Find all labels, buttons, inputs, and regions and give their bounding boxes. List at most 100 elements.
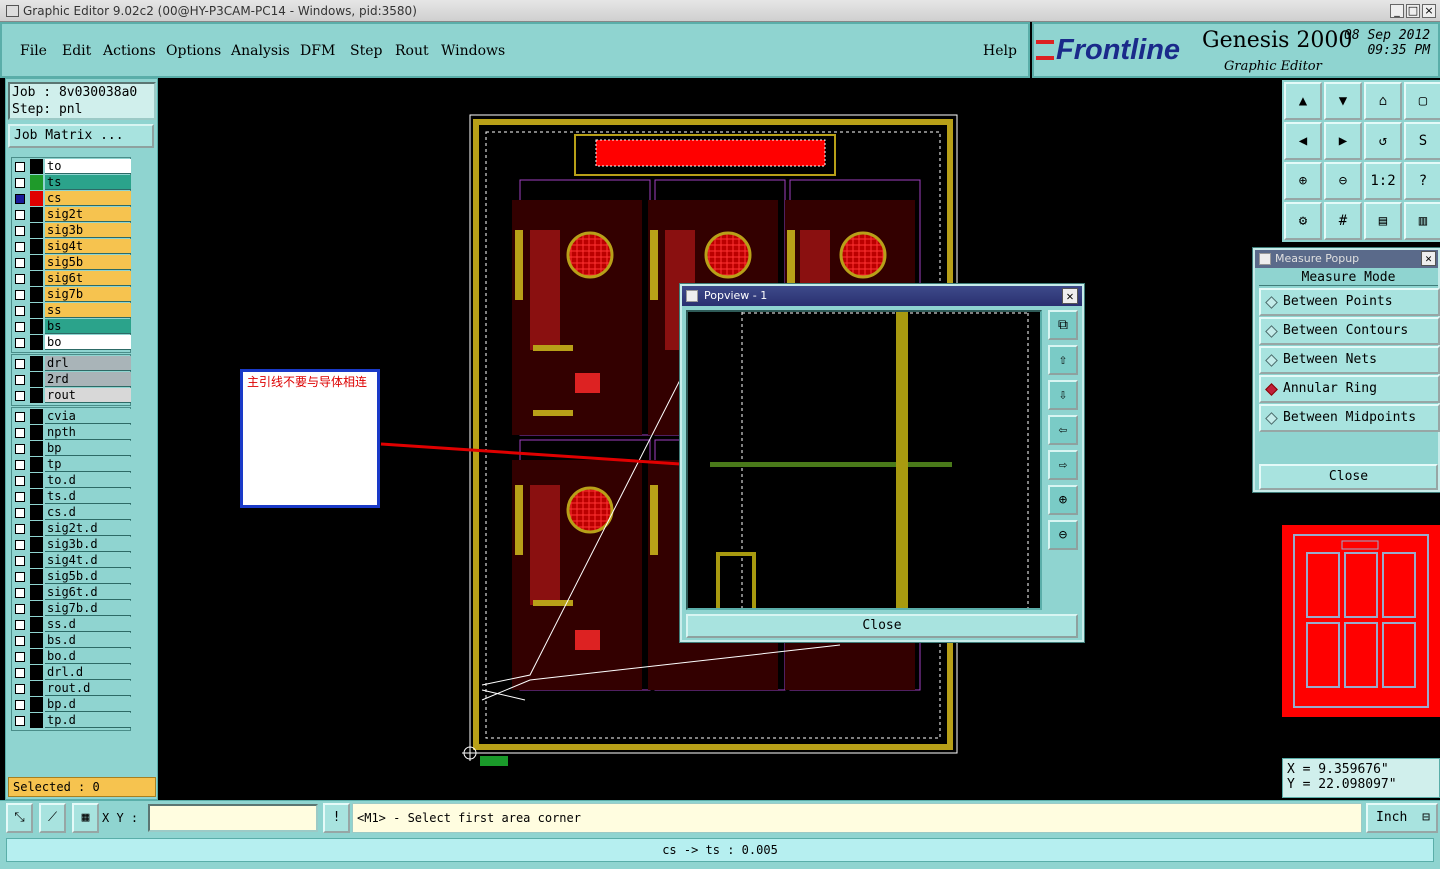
menu-step[interactable]: Step — [350, 43, 382, 59]
menu-windows[interactable]: Windows — [441, 43, 505, 59]
layer-name[interactable]: tp — [45, 457, 131, 472]
layer-checkbox[interactable] — [15, 572, 25, 582]
layer-checkbox[interactable] — [15, 359, 25, 369]
measure-option-annular-ring[interactable]: Annular Ring — [1259, 375, 1440, 403]
layer-name[interactable]: sig5b — [45, 255, 131, 270]
menu-edit[interactable]: Edit — [62, 43, 91, 59]
layer-checkbox[interactable] — [15, 700, 25, 710]
layer-checkbox[interactable] — [15, 210, 25, 220]
layer-color-swatch[interactable] — [30, 585, 43, 600]
layer-color-swatch[interactable] — [30, 649, 43, 664]
layer-row-bs-d[interactable]: bs.d — [12, 633, 131, 649]
layer-checkbox[interactable] — [15, 604, 25, 614]
grid-snap-icon[interactable]: ▦ — [72, 803, 99, 833]
menu-help[interactable]: Help — [983, 43, 1017, 59]
job-matrix-button[interactable]: Job Matrix ... — [8, 124, 154, 148]
layer-color-swatch[interactable] — [30, 191, 43, 206]
layer-checkbox[interactable] — [15, 460, 25, 470]
layer-color-swatch[interactable] — [30, 601, 43, 616]
zoom-in-icon[interactable]: ⊕ — [1048, 485, 1078, 515]
layer-color-swatch[interactable] — [30, 409, 43, 424]
measure-option-between-nets[interactable]: Between Nets — [1259, 346, 1440, 374]
layer-color-swatch[interactable] — [30, 681, 43, 696]
menu-analysis[interactable]: Analysis — [231, 43, 290, 59]
layer-checkbox[interactable] — [15, 476, 25, 486]
layer-row-2rd[interactable]: 2rd — [12, 372, 131, 388]
layer-row-sig4t-d[interactable]: sig4t.d — [12, 553, 131, 569]
layer-row-sig5b[interactable]: sig5b — [12, 255, 131, 271]
pan-up-icon[interactable]: ⇧ — [1048, 345, 1078, 375]
panel-overview-map[interactable] — [1282, 525, 1440, 717]
layer-checkbox[interactable] — [15, 258, 25, 268]
layer-checkbox[interactable] — [15, 508, 25, 518]
layer-row-cvia[interactable]: cvia — [12, 409, 131, 425]
layer-color-swatch[interactable] — [30, 223, 43, 238]
layer-name[interactable]: drl — [45, 356, 131, 371]
layer-checkbox[interactable] — [15, 524, 25, 534]
layer-row-ts[interactable]: ts — [12, 175, 131, 191]
layer-checkbox[interactable] — [15, 652, 25, 662]
layer-name[interactable]: ss.d — [45, 617, 131, 632]
maximize-button[interactable]: □ — [1406, 4, 1420, 18]
layer-color-swatch[interactable] — [30, 505, 43, 520]
layer-row-sig6t[interactable]: sig6t — [12, 271, 131, 287]
layer-checkbox[interactable] — [15, 588, 25, 598]
home-icon[interactable]: ⌂ — [1364, 82, 1402, 120]
measure-close-icon[interactable]: ✕ — [1421, 251, 1436, 266]
layer-display-alt-icon[interactable]: ▥ — [1404, 202, 1440, 240]
layer-name[interactable]: sig3b.d — [45, 537, 131, 552]
layer-row-sig5b-d[interactable]: sig5b.d — [12, 569, 131, 585]
layer-name[interactable]: sig2t — [45, 207, 131, 222]
layer-checkbox[interactable] — [15, 391, 25, 401]
layer-row-ss[interactable]: ss — [12, 303, 131, 319]
measure-option-between-midpoints[interactable]: Between Midpoints — [1259, 404, 1440, 432]
layer-checkbox[interactable] — [15, 194, 25, 204]
layer-row-sig4t[interactable]: sig4t — [12, 239, 131, 255]
layer-color-swatch[interactable] — [30, 665, 43, 680]
layer-name[interactable]: ss — [45, 303, 131, 318]
menu-dfm[interactable]: DFM — [300, 43, 335, 59]
layer-color-swatch[interactable] — [30, 372, 43, 387]
layer-checkbox[interactable] — [15, 242, 25, 252]
layer-name[interactable]: bs.d — [45, 633, 131, 648]
layer-row-ss-d[interactable]: ss.d — [12, 617, 131, 633]
layer-name[interactable]: bo.d — [45, 649, 131, 664]
layer-name[interactable]: rout — [45, 388, 131, 403]
layer-name[interactable]: bo — [45, 335, 131, 350]
tools-icon[interactable]: ⚙ — [1284, 202, 1322, 240]
layer-checkbox[interactable] — [15, 322, 25, 332]
layer-color-swatch[interactable] — [30, 489, 43, 504]
layer-checkbox[interactable] — [15, 492, 25, 502]
layer-color-swatch[interactable] — [30, 207, 43, 222]
zoom-region-icon[interactable]: ▢ — [1404, 82, 1440, 120]
layer-row-cs[interactable]: cs — [12, 191, 131, 207]
layer-color-swatch[interactable] — [30, 319, 43, 334]
measure-option-between-contours[interactable]: Between Contours — [1259, 317, 1440, 345]
layer-name[interactable]: cvia — [45, 409, 131, 424]
layer-row-to[interactable]: to — [12, 159, 131, 175]
pan-right-icon[interactable]: ▶ — [1324, 122, 1362, 160]
layer-checkbox[interactable] — [15, 716, 25, 726]
snap-mode-icon[interactable]: ⤡ — [6, 803, 33, 833]
measure-tool-icon[interactable]: ⟋ — [39, 803, 66, 833]
layer-color-swatch[interactable] — [30, 697, 43, 712]
layer-row-sig7b[interactable]: sig7b — [12, 287, 131, 303]
layer-color-swatch[interactable] — [30, 617, 43, 632]
layer-row-cs-d[interactable]: cs.d — [12, 505, 131, 521]
layer-name[interactable]: ts — [45, 175, 131, 190]
layer-name[interactable]: npth — [45, 425, 131, 440]
layer-row-rout[interactable]: rout — [12, 388, 131, 404]
layer-name[interactable]: ts.d — [45, 489, 131, 504]
layer-name[interactable]: drl.d — [45, 665, 131, 680]
layer-color-swatch[interactable] — [30, 457, 43, 472]
units-select[interactable]: Inch ⊟ — [1366, 803, 1438, 833]
layer-name[interactable]: sig6t — [45, 271, 131, 286]
pan-left-icon[interactable]: ◀ — [1284, 122, 1322, 160]
layer-name[interactable]: bs — [45, 319, 131, 334]
menu-actions[interactable]: Actions — [103, 43, 156, 59]
layer-name[interactable]: cs — [45, 191, 131, 206]
menu-rout[interactable]: Rout — [395, 43, 429, 59]
layer-name[interactable]: tp.d — [45, 713, 131, 728]
layer-color-swatch[interactable] — [30, 537, 43, 552]
layer-color-swatch[interactable] — [30, 271, 43, 286]
